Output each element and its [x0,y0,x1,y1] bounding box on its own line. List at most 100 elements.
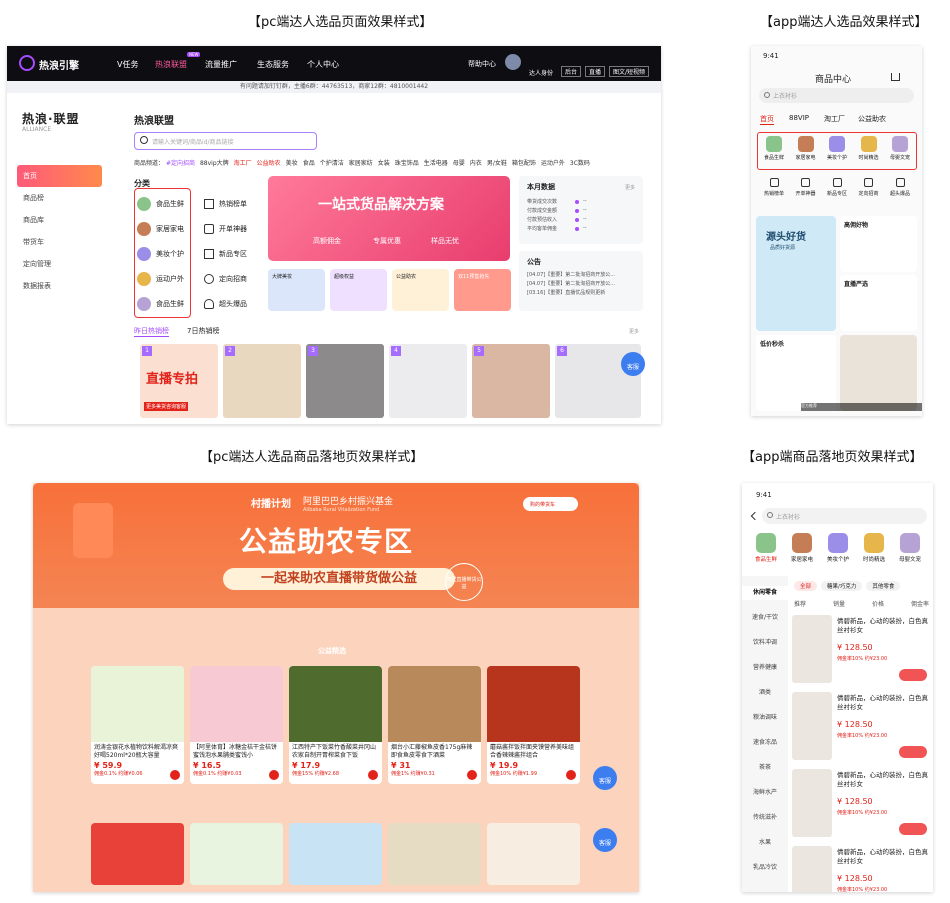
app-tab-factory[interactable]: 淘工厂 [824,114,845,124]
app-promo-b[interactable]: 直播严选 [840,275,917,331]
add-cart-button[interactable] [467,770,477,780]
nav-alliance[interactable]: 热浪联盟 [155,59,187,70]
channel-item[interactable]: 女装 [378,160,390,167]
product-row[interactable]: 倩碧新品，心动的装扮，白色真丝衬衫女 ¥ 128.50 佣金率10% 约¥23.00 [790,842,933,892]
add-cart-button[interactable] [899,746,927,758]
sidebar-item-cart[interactable]: 带货车 [17,231,102,253]
app-category-item[interactable]: 时尚精选 [854,136,884,161]
product-card-4[interactable]: 烟台小汇藤椒鱼皮香175g麻辣即食鱼皮零食下酒菜 ¥ 31 佣金1% 约赚¥0.31 [388,666,481,784]
product-card-6[interactable] [91,823,184,885]
nav-v-task[interactable]: V任务 [117,59,138,70]
add-cart-button[interactable] [170,770,180,780]
left-category-item[interactable]: 海鲜水产 [742,786,788,800]
add-cart-button[interactable] [899,823,927,835]
product-thumb-1[interactable]: 1 直播专拍 更多美货咨询客服 [140,344,218,418]
sort-option[interactable]: 价格 [872,599,884,608]
role-tab-live[interactable]: 直播 [585,66,606,77]
app-tab-farm[interactable]: 公益助农 [858,114,886,124]
add-cart-button[interactable] [368,770,378,780]
left-category-item[interactable]: 传统滋补 [742,811,788,825]
add-cart-button[interactable] [269,770,279,780]
app-tool-item[interactable]: 开单神器 [791,178,821,197]
sidebar-item-reports[interactable]: 数据报表 [17,275,102,297]
kefu-button[interactable]: 客服 [593,766,617,790]
channel-item[interactable]: 生活电器 [424,160,448,167]
search-input[interactable]: 请输入关键词/商品id/商品链接 [134,132,317,150]
app-land-category-item[interactable]: 食品生鲜 [750,533,782,563]
tab-yesterday[interactable]: 昨日热销榜 [134,326,169,337]
promo-card-2[interactable]: 超级权益 [330,269,387,311]
app-category-item[interactable]: 家居家电 [791,136,821,161]
category-beauty[interactable]: 美妆个护 [137,246,184,262]
product-card-7[interactable] [190,823,283,885]
sidebar-item-library[interactable]: 商品库 [17,209,102,231]
product-card-5[interactable]: 蘑菇酱拌饭拌面夹馍营养美味组合香辣辣酱拌组合 ¥ 19.9 佣金10% 约赚¥1.9… [487,666,580,784]
app-land-search[interactable]: 上衣衬衫 [762,508,927,524]
app-tab-home[interactable]: 首页 [760,114,774,125]
hot-target[interactable]: 定向招商 [204,271,247,287]
filter-chip[interactable]: 全部 [794,581,818,591]
channel-item[interactable]: 珠宝饰品 [395,160,419,167]
app-category-item[interactable]: 母婴文宠 [885,136,915,161]
product-thumb-3[interactable]: 3 [306,344,384,418]
left-category-item[interactable]: 水果 [742,836,788,850]
product-card-9[interactable] [388,823,481,885]
category-food-2[interactable]: 食品生鲜 [137,296,184,312]
channel-item[interactable]: 公益助农 [257,160,281,167]
app-tab-88vip[interactable]: 88VIP [789,114,809,122]
hot-tool[interactable]: 开单神器 [204,221,247,237]
product-thumb-2[interactable]: 2 [223,344,301,418]
sort-option[interactable]: 推荐 [794,599,806,608]
product-card-2[interactable]: 【阿里体育】冰糖金桔干金桔饼蜜饯泡水果脯类蜜饯小 ¥ 16.5 佣金0.1% 约赚¥… [190,666,283,784]
app-land-category-item[interactable]: 家居家电 [786,533,818,563]
nav-traffic[interactable]: 流量推广 [205,59,237,70]
announce-item[interactable]: [04.07]【重要】第二批淘招商开放公... [527,271,639,280]
channel-item[interactable]: 男/女鞋 [487,160,507,167]
app-land-category-item[interactable]: 美妆个护 [822,533,854,563]
app-promo-a[interactable]: 高佣好物 [840,216,917,272]
role-tab-admin[interactable]: 后台 [561,66,582,77]
hot-top[interactable]: 超头爆品 [204,296,247,312]
channel-item[interactable]: 个护清洁 [320,160,344,167]
kefu-button[interactable]: 客服 [621,352,645,376]
promo-card-3[interactable]: 公益助农 [392,269,449,311]
announce-item[interactable]: [03.16]【重要】直播优品规则更新 [527,289,639,298]
left-category-item[interactable]: 营养健康 [742,661,788,675]
app-promo-big[interactable]: 源头好货 品质好货源 [756,216,836,331]
left-category-item[interactable]: 乳品冷饮 [742,861,788,875]
product-card-3[interactable]: 江西特产下饭菜竹香酸菜井冈山农家自制开胃榨菜食下饭 ¥ 17.9 佣金15% 约赚¥… [289,666,382,784]
month-data-more[interactable]: 更多 [625,184,635,191]
product-row[interactable]: 倩碧新品，心动的装扮，白色真丝衬衫女 ¥ 128.50 佣金率10% 约¥23.00 [790,765,933,842]
cart-entry-button[interactable]: 购的带货车 [523,497,578,511]
hot-new[interactable]: 新品专区 [204,246,247,262]
product-thumb-5[interactable]: 5 [472,344,550,418]
announce-item[interactable]: [04.07]【重要】第二批淘招商开放公... [527,280,639,289]
product-card-1[interactable]: 润涛金银花水植物饮料解渴凉爽好喝520ml*20瓶大容量 ¥ 59.9 佣金0.1%… [91,666,184,784]
category-home[interactable]: 家居家电 [137,221,184,237]
back-icon[interactable] [750,511,760,521]
channel-item[interactable]: 淘工厂 [234,160,252,167]
role-tab-video[interactable]: 图文/短视频 [609,66,650,77]
tabs-more[interactable]: 更多 [629,328,639,335]
kefu-button-2[interactable]: 客服 [593,828,617,852]
channel-item[interactable]: 3C数码 [570,160,590,167]
nav-ecology[interactable]: 生态服务 [257,59,289,70]
help-center[interactable]: 帮助中心 [468,59,496,69]
sort-option[interactable]: 销量 [833,599,845,608]
product-card-10[interactable] [487,823,580,885]
hot-rank[interactable]: 热销榜单 [204,196,247,212]
channel-item[interactable]: 内衣 [470,160,482,167]
left-category-item[interactable]: 速食/干饮 [742,611,788,625]
app-search-input[interactable]: 上衣衬衫 [759,88,914,103]
app-category-item[interactable]: 食品生鲜 [759,136,789,161]
left-category-item[interactable]: 休闲零食 [742,586,788,600]
avatar[interactable] [505,54,521,70]
category-food[interactable]: 食品生鲜 [137,196,184,212]
filter-chip[interactable]: 其他零食 [866,581,901,591]
product-card-8[interactable] [289,823,382,885]
sidebar-item-targeted[interactable]: 定向管理 [17,253,102,275]
category-sports[interactable]: 运动户外 [137,271,184,287]
product-thumb-4[interactable]: 4 [389,344,467,418]
sidebar-item-rank[interactable]: 商品榜 [17,187,102,209]
app-land-category-item[interactable]: 母婴文宠 [894,533,926,563]
